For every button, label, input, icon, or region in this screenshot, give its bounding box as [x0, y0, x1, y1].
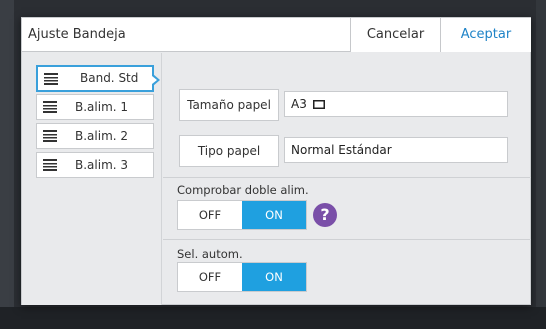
cancel-button[interactable]: Cancelar: [350, 18, 440, 52]
sidebar-item-balim-1[interactable]: B.alim. 1: [36, 94, 154, 120]
landscape-icon: [312, 100, 325, 109]
paper-type-field: Normal Estándar: [284, 137, 508, 163]
tray-icon: [43, 159, 57, 171]
settings-panel: Tamaño papel A3 Tipo papel Normal Estánd…: [163, 53, 531, 305]
tray-settings-dialog: Ajuste Bandeja Cancelar Aceptar Band. St…: [21, 17, 531, 305]
sidebar-item-balim-2[interactable]: B.alim. 2: [36, 123, 154, 149]
divider: [163, 177, 531, 178]
sidebar-item-label: B.alim. 1: [75, 100, 129, 114]
background-left-strip: [0, 0, 14, 329]
dialog-title: Ajuste Bandeja: [28, 27, 126, 42]
double-feed-label: Comprobar doble alim.: [177, 183, 309, 197]
sidebar-item-label: B.alim. 2: [75, 129, 129, 143]
dialog-titlebar: Ajuste Bandeja Cancelar Aceptar: [22, 18, 531, 52]
paper-type-button[interactable]: Tipo papel: [179, 135, 279, 167]
tray-icon: [43, 130, 57, 142]
double-feed-toggle[interactable]: OFF ON: [177, 200, 307, 230]
tray-sidebar: Band. Std B.alim. 1 B.alim. 2 B.alim. 3: [22, 53, 162, 305]
background-right-strip: [536, 0, 546, 329]
question-icon[interactable]: ?: [313, 203, 337, 227]
divider: [163, 239, 531, 240]
paper-type-value: Normal Estándar: [291, 143, 392, 157]
double-feed-off-option[interactable]: OFF: [178, 201, 242, 229]
auto-select-off-option[interactable]: OFF: [178, 263, 242, 291]
sidebar-item-band-std[interactable]: Band. Std: [36, 65, 160, 92]
tray-icon: [43, 101, 57, 113]
double-feed-on-option[interactable]: ON: [242, 201, 306, 229]
sidebar-item-label: B.alim. 3: [75, 158, 129, 172]
paper-size-button[interactable]: Tamaño papel: [179, 89, 279, 121]
paper-size-field: A3: [284, 91, 508, 117]
auto-select-label: Sel. autom.: [177, 247, 243, 261]
paper-size-value: A3: [291, 97, 307, 111]
tray-icon: [44, 73, 58, 85]
auto-select-on-option[interactable]: ON: [242, 263, 306, 291]
sidebar-item-balim-3[interactable]: B.alim. 3: [36, 152, 154, 178]
accept-button[interactable]: Aceptar: [440, 18, 531, 52]
background-bottom-strip: [0, 307, 546, 329]
selected-arrow-inner: [152, 76, 157, 84]
auto-select-toggle[interactable]: OFF ON: [177, 262, 307, 292]
sidebar-item-label: Band. Std: [80, 71, 139, 85]
